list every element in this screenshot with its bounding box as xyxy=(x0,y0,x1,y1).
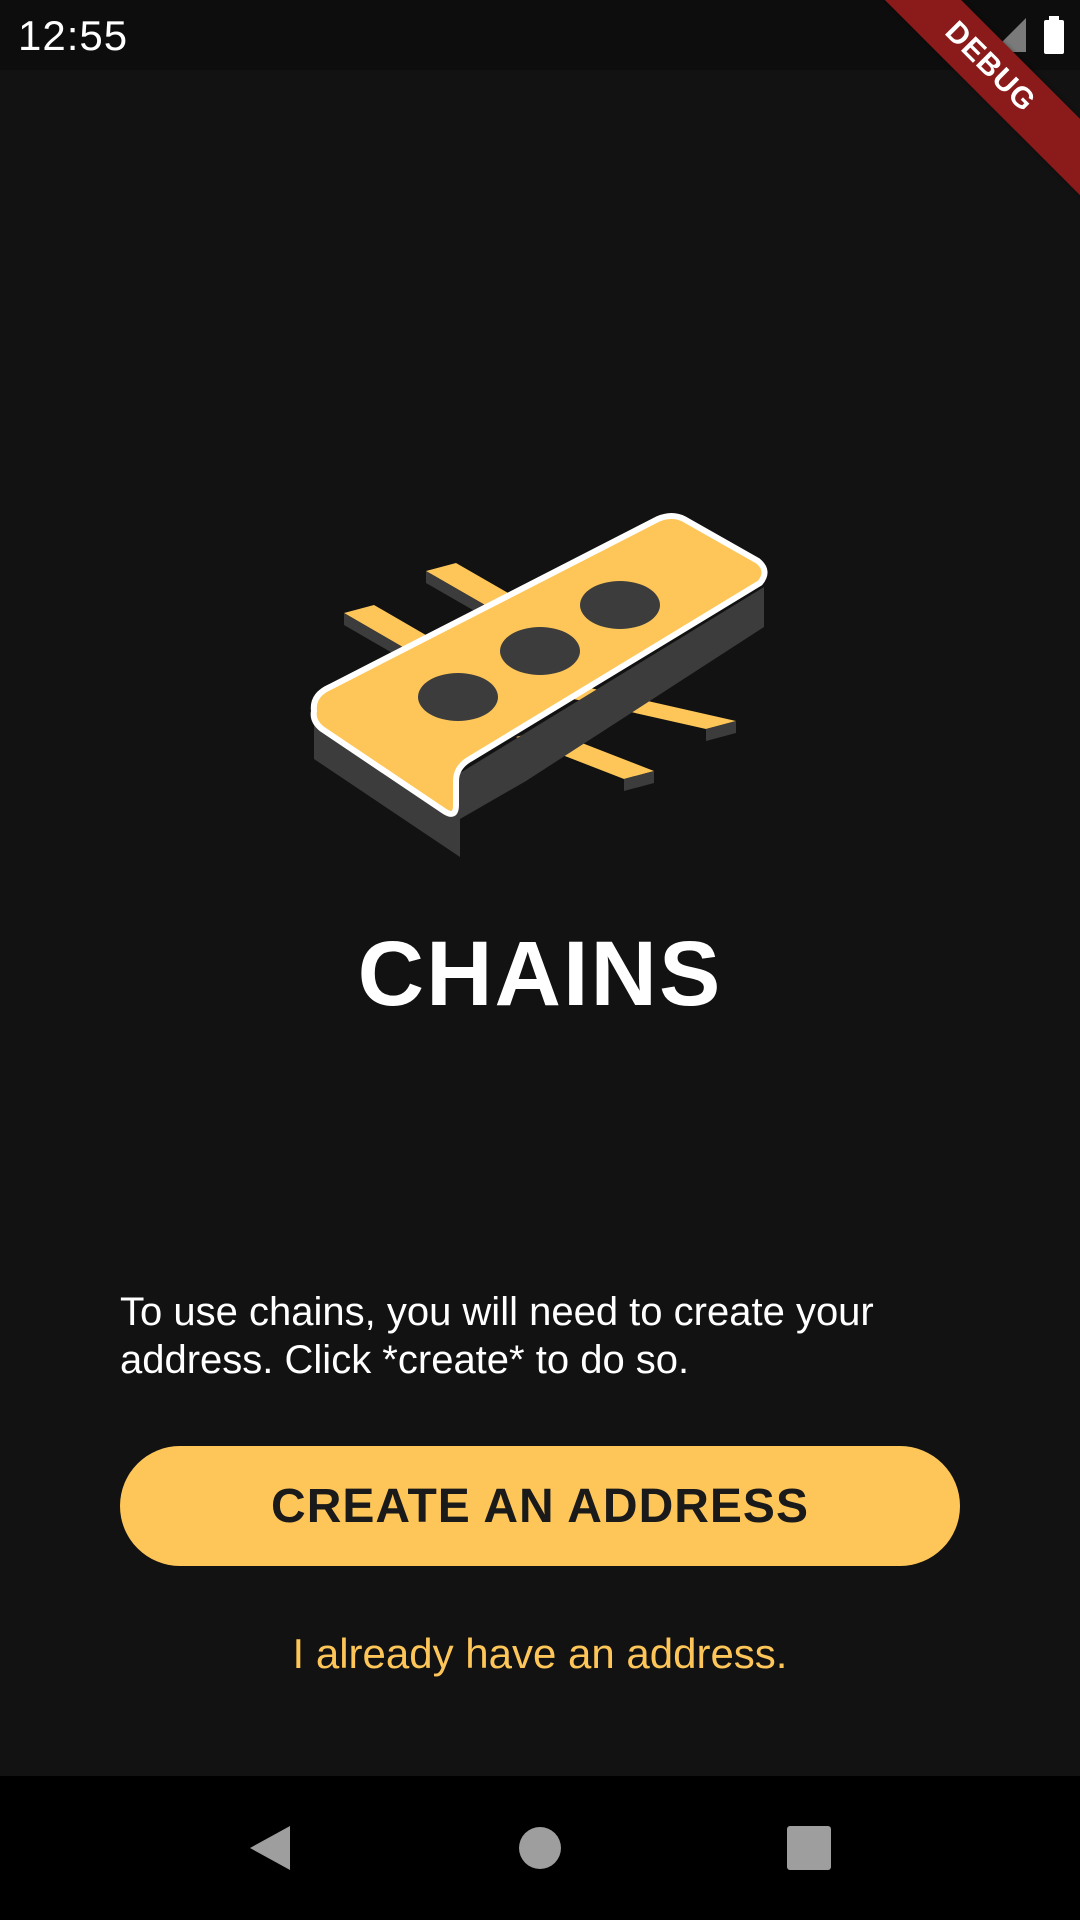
battery-icon xyxy=(1044,16,1064,54)
existing-address-link[interactable]: I already have an address. xyxy=(0,1630,1080,1678)
app-title: CHAINS xyxy=(357,923,723,1025)
recents-icon[interactable] xyxy=(773,1812,845,1884)
chains-logo-icon xyxy=(300,505,780,865)
status-time: 12:55 xyxy=(18,12,129,59)
navigation-bar xyxy=(0,1776,1080,1920)
intro-text: To use chains, you will need to create y… xyxy=(120,1290,874,1382)
create-address-button[interactable]: CREATE AN ADDRESS xyxy=(120,1446,960,1566)
back-icon[interactable] xyxy=(232,1812,304,1884)
home-icon[interactable] xyxy=(504,1812,576,1884)
